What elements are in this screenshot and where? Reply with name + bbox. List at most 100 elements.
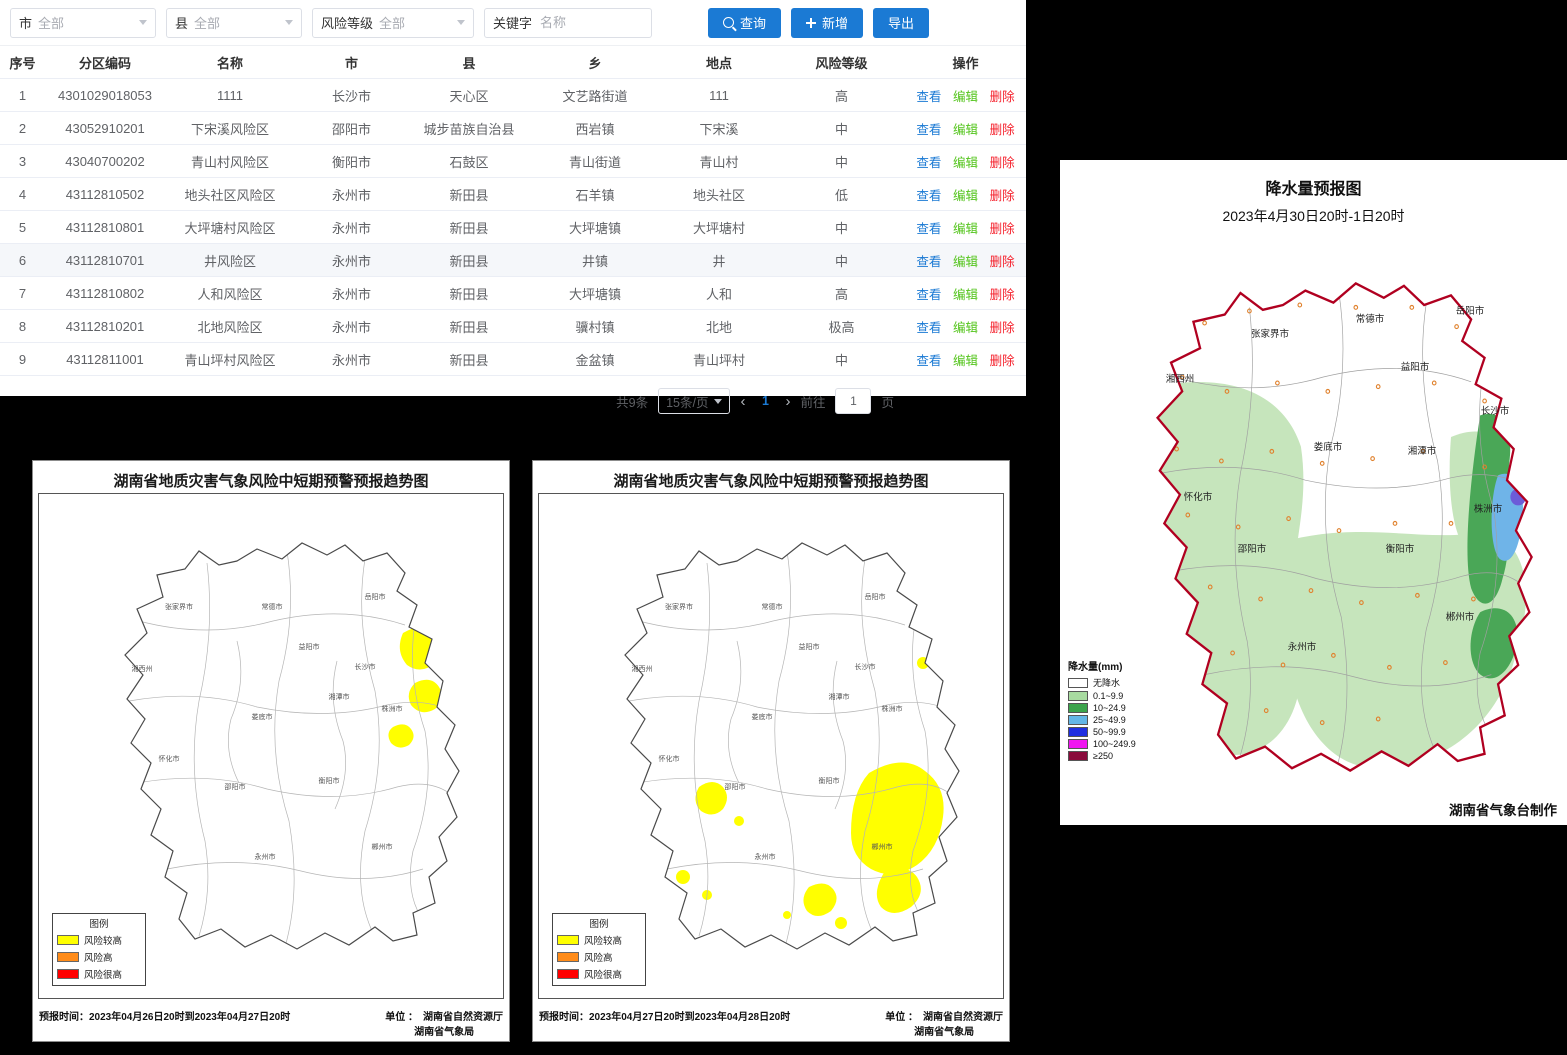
delete-link[interactable]: 删除 [990, 354, 1015, 368]
cell-county: 新田县 [408, 244, 530, 277]
chevron-down-icon [285, 20, 293, 25]
edit-link[interactable]: 编辑 [953, 156, 978, 170]
page-number-1[interactable]: 1 [755, 394, 775, 408]
goto-label: 前往 [800, 392, 825, 411]
cell-place: 青山村 [660, 145, 778, 178]
table-row: 1 4301029018053 1111 长沙市 天心区 文艺路街道 111 高… [0, 79, 1026, 112]
goto-page-input[interactable] [835, 388, 871, 414]
map-city-label: 株洲市 [882, 704, 903, 713]
forecast-time: 预报时间：2023年04月27日20时到2023年04月28日20时 [539, 1008, 790, 1023]
delete-link[interactable]: 删除 [990, 189, 1015, 203]
cell-place: 井 [660, 244, 778, 277]
delete-link[interactable]: 删除 [990, 123, 1015, 137]
county-select-label: 县 [175, 13, 188, 32]
search-button[interactable]: 查询 [708, 8, 781, 38]
map-city-label: 湘西州 [1166, 373, 1195, 385]
cell-town: 西岩镇 [530, 112, 660, 145]
view-link[interactable]: 查看 [916, 90, 941, 104]
add-button[interactable]: 新增 [791, 8, 863, 38]
export-button[interactable]: 导出 [873, 8, 929, 38]
map-city-label: 衡阳市 [819, 776, 840, 785]
view-link[interactable]: 查看 [916, 354, 941, 368]
legend-label: 25~49.9 [1093, 715, 1126, 725]
col-risk: 风险等级 [778, 46, 905, 79]
cell-place: 下宋溪 [660, 112, 778, 145]
risk-level-select[interactable]: 风险等级 全部 [312, 8, 474, 38]
legend-swatch [1068, 751, 1088, 761]
cell-county: 新田县 [408, 310, 530, 343]
cell-risk: 高 [778, 277, 905, 310]
delete-link[interactable]: 删除 [990, 255, 1015, 269]
view-link[interactable]: 查看 [916, 321, 941, 335]
delete-link[interactable]: 删除 [990, 222, 1015, 236]
risk-select-value: 全部 [379, 13, 451, 32]
cell-county: 石鼓区 [408, 145, 530, 178]
cell-risk: 中 [778, 112, 905, 145]
legend-label: 风险很高 [584, 967, 622, 981]
cell-name: 大坪塘村风险区 [165, 211, 295, 244]
delete-link[interactable]: 删除 [990, 321, 1015, 335]
cell-place: 人和 [660, 277, 778, 310]
delete-link[interactable]: 删除 [990, 288, 1015, 302]
delete-link[interactable]: 删除 [990, 90, 1015, 104]
cell-county: 城步苗族自治县 [408, 112, 530, 145]
edit-link[interactable]: 编辑 [953, 255, 978, 269]
edit-link[interactable]: 编辑 [953, 354, 978, 368]
unit-org-2: 湖南省气象局 [414, 1023, 474, 1038]
cell-name: 地头社区风险区 [165, 178, 295, 211]
cell-place: 大坪塘村 [660, 211, 778, 244]
edit-link[interactable]: 编辑 [953, 90, 978, 104]
view-link[interactable]: 查看 [916, 189, 941, 203]
col-code: 分区编码 [45, 46, 165, 79]
col-name: 名称 [165, 46, 295, 79]
view-link[interactable]: 查看 [916, 288, 941, 302]
trend-map-legend: 图例 风险较高 风险高 风险很高 [552, 913, 646, 986]
legend-label: 风险较高 [584, 933, 622, 947]
delete-link[interactable]: 删除 [990, 156, 1015, 170]
keyword-input[interactable] [538, 14, 642, 31]
table-row: 8 43112810201 北地风险区 永州市 新田县 骥村镇 北地 极高 查看… [0, 310, 1026, 343]
map-city-label: 永州市 [755, 852, 776, 861]
edit-link[interactable]: 编辑 [953, 189, 978, 203]
map-city-label: 张家界市 [165, 602, 193, 611]
map-city-label: 湘西州 [632, 664, 653, 673]
view-link[interactable]: 查看 [916, 123, 941, 137]
view-link[interactable]: 查看 [916, 222, 941, 236]
cell-city: 永州市 [295, 310, 408, 343]
edit-link[interactable]: 编辑 [953, 222, 978, 236]
map-city-label: 岳阳市 [365, 592, 386, 601]
cell-ops: 查看 编辑 删除 [905, 79, 1026, 112]
cell-city: 邵阳市 [295, 112, 408, 145]
risk-zone-admin-panel: 市 全部 县 全部 风险等级 全部 关键字 查询 新增 导出 [0, 0, 1026, 396]
city-select[interactable]: 市 全部 [10, 8, 156, 38]
cell-city: 永州市 [295, 211, 408, 244]
col-town: 乡 [530, 46, 660, 79]
prev-page-button[interactable]: ‹ [740, 393, 745, 410]
county-select[interactable]: 县 全部 [166, 8, 302, 38]
rain-map-credit: 湖南省气象台制作 [1449, 799, 1557, 819]
page-size-select[interactable]: 15条/页 [658, 388, 730, 414]
legend-title: 图例 [557, 916, 641, 930]
cell-ops: 查看 编辑 删除 [905, 211, 1026, 244]
edit-link[interactable]: 编辑 [953, 288, 978, 302]
cell-no: 1 [0, 79, 45, 112]
next-page-button[interactable]: › [785, 393, 790, 410]
cell-risk: 中 [778, 343, 905, 376]
edit-link[interactable]: 编辑 [953, 123, 978, 137]
view-link[interactable]: 查看 [916, 156, 941, 170]
map-city-label: 常德市 [1356, 313, 1385, 325]
edit-link[interactable]: 编辑 [953, 321, 978, 335]
map-city-label: 邵阳市 [225, 782, 246, 791]
cell-ops: 查看 编辑 删除 [905, 145, 1026, 178]
cell-no: 8 [0, 310, 45, 343]
cell-code: 43052910201 [45, 112, 165, 145]
keyword-field[interactable]: 关键字 [484, 8, 652, 38]
map-city-label: 株洲市 [1474, 503, 1503, 515]
cell-code: 43040700202 [45, 145, 165, 178]
cell-county: 新田县 [408, 211, 530, 244]
cell-risk: 中 [778, 145, 905, 178]
map-city-label: 长沙市 [355, 662, 376, 671]
cell-no: 5 [0, 211, 45, 244]
view-link[interactable]: 查看 [916, 255, 941, 269]
cell-county: 天心区 [408, 79, 530, 112]
